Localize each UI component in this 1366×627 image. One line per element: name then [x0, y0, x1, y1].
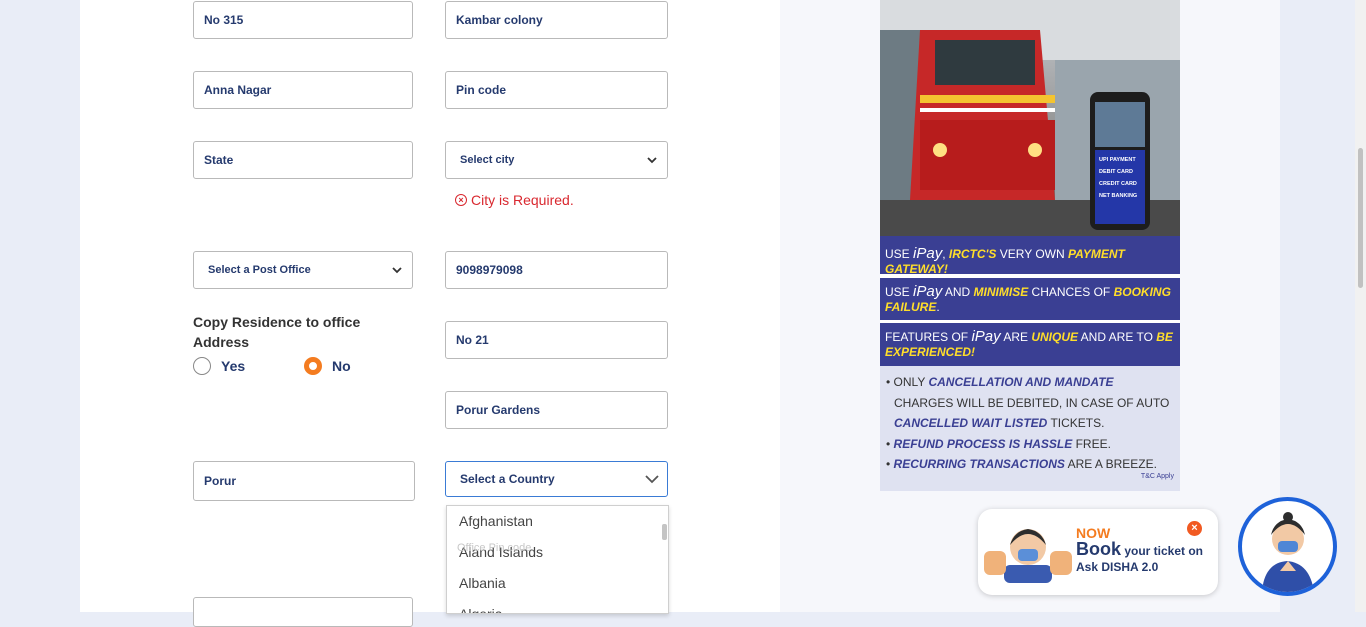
residence-street-input[interactable]: Kambar colony	[445, 1, 668, 39]
copy-residence-label: Copy Residence to office Address	[193, 314, 361, 350]
post-office-select[interactable]: Select a Post Office	[193, 251, 413, 289]
dropdown-scrollbar[interactable]	[662, 524, 667, 540]
radio-yes-option[interactable]: Yes	[193, 357, 245, 375]
chevron-down-icon	[390, 263, 404, 277]
form-panel	[80, 0, 780, 612]
ad-bullet: • RECURRING TRANSACTIONS ARE A BREEZE.	[886, 457, 1157, 471]
ad-band-1: USE iPay, IRCTC'S VERY OWN PAYMENT GATEW…	[880, 236, 1180, 276]
office-street-input[interactable]: Porur Gardens	[445, 391, 668, 429]
residence-address-line1-input[interactable]: No 315	[193, 1, 413, 39]
disha-promo-text: NOW Book your ticket on Ask DISHA 2.0	[1076, 525, 1204, 574]
city-error-message: × City is Required.	[455, 192, 574, 208]
tc-apply-label: T&C Apply	[1140, 472, 1174, 480]
radio-no[interactable]	[304, 357, 322, 375]
state-input[interactable]: State	[193, 141, 413, 179]
ipay-advertisement[interactable]: UPI PAYMENT DEBIT CARD CREDIT CARD NET B…	[880, 0, 1180, 491]
train-photo: UPI PAYMENT DEBIT CARD CREDIT CARD NET B…	[880, 0, 1180, 236]
radio-no-option[interactable]: No	[304, 357, 351, 375]
ask-disha-promo[interactable]: × NOW Book your ticket on Ask DISHA 2.0	[978, 509, 1218, 595]
phone-payment-list: UPI PAYMENT DEBIT CARD CREDIT CARD NET B…	[1099, 157, 1138, 199]
ad-features-list: • ONLY CANCELLATION AND MANDATE CHARGES …	[880, 366, 1180, 491]
scrollbar-thumb[interactable]	[1358, 148, 1363, 288]
office-extra-input[interactable]	[193, 597, 413, 627]
error-circle-icon: ×	[455, 194, 467, 206]
ad-bullet: • ONLY CANCELLATION AND MANDATE	[886, 375, 1114, 389]
disha-thumbs-up-icon	[984, 529, 1072, 583]
ad-bullet-continued: CHARGES WILL BE DEBITED, IN CASE OF AUTO…	[894, 395, 1170, 431]
disha-avatar-icon	[1242, 501, 1333, 592]
page-scrollbar[interactable]	[1355, 0, 1366, 612]
office-pincode-placeholder: Office Pin code	[457, 542, 532, 554]
country-select[interactable]: Select a Country	[445, 461, 668, 497]
ad-band-3: FEATURES OF iPay ARE UNIQUE AND ARE TO B…	[880, 323, 1180, 366]
ad-bullet: • REFUND PROCESS IS HASSLE FREE.	[886, 436, 1111, 451]
disha-chatbot-avatar[interactable]	[1238, 497, 1337, 596]
phone-input[interactable]: 9098979098	[445, 251, 668, 289]
office-area-input[interactable]: Porur	[193, 461, 415, 501]
city-select[interactable]: Select city	[445, 141, 668, 179]
pincode-input[interactable]: Pin code	[445, 71, 668, 109]
radio-yes[interactable]	[193, 357, 211, 375]
office-address-line1-input[interactable]: No 21	[445, 321, 668, 359]
country-option[interactable]: Afghanistan	[447, 506, 668, 537]
chevron-down-icon	[645, 153, 659, 167]
country-dropdown-list[interactable]: Office Pin code Afghanistan Aland Island…	[446, 505, 669, 614]
chevron-down-icon	[645, 472, 659, 486]
ad-band-2: USE iPay AND MINIMISE CHANCES OF BOOKING…	[880, 278, 1180, 320]
country-option[interactable]: Albania	[447, 568, 668, 599]
residence-area-input[interactable]: Anna Nagar	[193, 71, 413, 109]
